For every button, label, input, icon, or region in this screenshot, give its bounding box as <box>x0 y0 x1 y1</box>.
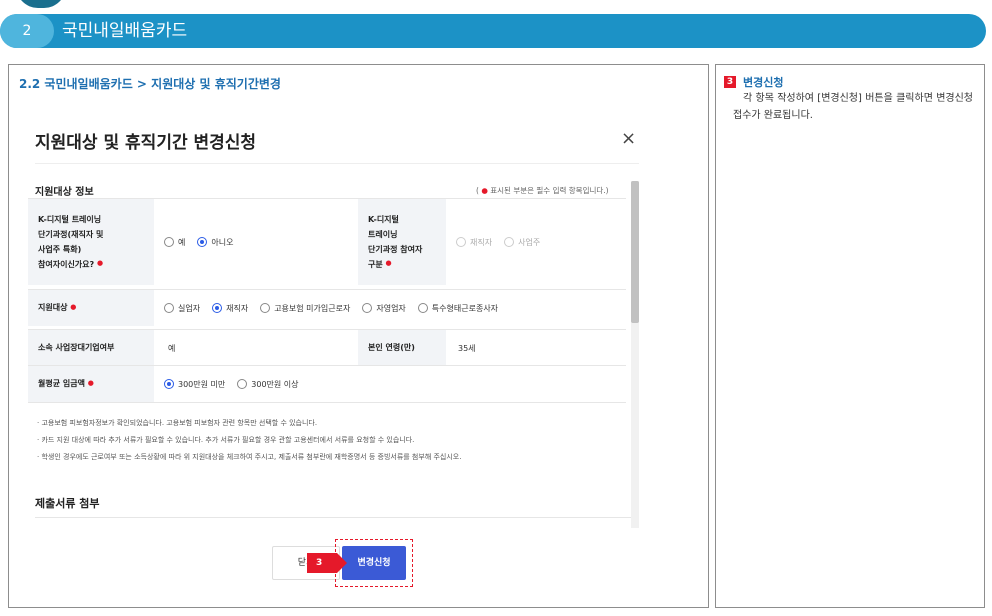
k-type-radio-group: 재직자 사업주 <box>456 199 548 285</box>
notice-item: 학생인 경우에도 근로여부 또는 소득상황에 따라 위 지원대상을 체크하여 주… <box>37 449 461 466</box>
breadcrumb: 2.2 국민내일배움카드 > 지원대상 및 휴직기간변경 <box>19 77 281 91</box>
radio-uninsured[interactable]: 고용보험 미가입근로자 <box>260 303 350 314</box>
company-label: 소속 사업장대기업여부 <box>28 330 154 366</box>
notice-list: 고용보험 피보험자정보가 확인되었습니다. 고용보험 피보험자 관련 항목만 선… <box>37 415 461 466</box>
row-divider <box>28 402 626 403</box>
radio-icon <box>504 237 515 247</box>
radio-employee[interactable]: 재직자 <box>212 303 248 314</box>
form-row-company-age: 소속 사업장대기업여부 예 본인 연령(만) 35세 <box>28 330 626 366</box>
form-row-target: 지원대상 ● 실업자 재직자 고용보험 미가입근로자 자영업자 특수형태근로종사… <box>28 290 626 326</box>
required-mark: ● <box>87 379 94 388</box>
section-title: 지원대상 정보 <box>35 187 94 198</box>
wage-radio-group: 300만원 미만 300만원 이상 <box>164 366 307 402</box>
header-title: 국민내일배움카드 <box>62 21 188 41</box>
wage-label: 월평균 임금액 ● <box>28 366 154 402</box>
modal-title: 지원대상 및 휴직기간 변경신청 <box>35 133 257 153</box>
k-type-label: K-디지털 트레이닝 단기과정 참여자 구분 ● <box>358 199 446 285</box>
attachment-section-title: 제출서류 첨부 <box>35 497 100 510</box>
company-value: 예 <box>168 343 176 353</box>
radio-icon[interactable] <box>164 303 174 313</box>
screen-panel: 2.2 국민내일배움카드 > 지원대상 및 휴직기간변경 지원대상 및 휴직기간… <box>8 64 709 608</box>
required-mark: ● <box>70 303 77 312</box>
radio-wage-over[interactable]: 300만원 이상 <box>237 379 299 390</box>
required-mark: ● <box>385 259 392 268</box>
notice-item: 고용보험 피보험자정보가 확인되었습니다. 고용보험 피보험자 관련 항목만 선… <box>37 415 461 432</box>
notice-item: 카드 지원 대상에 따라 추가 서류가 필요할 수 있습니다. 추가 서류가 필… <box>37 432 461 449</box>
form-row-wage: 월평균 임금액 ● 300만원 미만 300만원 이상 <box>28 366 626 402</box>
description-panel: 3 변경신청 각 항목 작성하여 [변경신청] 버튼을 클릭하면 변경신청 접수… <box>715 64 985 608</box>
radio-wage-under[interactable]: 300만원 미만 <box>164 379 225 390</box>
form-row-k-digital: K-디지털 트레이닝 단기과정(재직자 및 사업주 특화) 참여자이신가요? ●… <box>28 199 626 285</box>
divider <box>35 517 631 518</box>
radio-unemployed[interactable]: 실업자 <box>164 303 200 314</box>
target-radio-group: 실업자 재직자 고용보험 미가입근로자 자영업자 특수형태근로종사자 <box>164 290 506 326</box>
close-icon[interactable]: × <box>621 128 636 149</box>
step-title: 변경신청 <box>743 76 784 89</box>
age-label: 본인 연령(만) <box>358 330 446 366</box>
age-value: 35세 <box>458 343 476 353</box>
step-marker-arrow: 3 <box>307 553 347 573</box>
step-number-badge: 2 <box>0 14 54 48</box>
target-label: 지원대상 ● <box>28 290 154 326</box>
k-digital-label: K-디지털 트레이닝 단기과정(재직자 및 사업주 특화) 참여자이신가요? ● <box>28 199 154 285</box>
radio-employee-disabled: 재직자 <box>456 237 492 248</box>
apply-change-button[interactable]: 변경신청 <box>342 546 406 580</box>
header-arc-decoration <box>16 0 66 8</box>
radio-special-worker[interactable]: 특수형태근로종사자 <box>417 303 498 314</box>
radio-employer-disabled: 사업주 <box>504 237 540 248</box>
radio-icon <box>456 237 466 247</box>
radio-icon[interactable] <box>417 303 428 313</box>
radio-icon[interactable] <box>237 379 248 389</box>
required-note: ( ● 표시된 부분은 필수 입력 항목입니다.) <box>476 186 609 195</box>
step-badge: 3 <box>724 76 736 88</box>
radio-icon[interactable] <box>260 303 271 313</box>
radio-no[interactable]: 아니오 <box>197 237 233 248</box>
radio-yes[interactable]: 예 <box>164 237 185 248</box>
radio-self-employed[interactable]: 자영업자 <box>362 303 406 314</box>
radio-checked-icon[interactable] <box>164 379 174 389</box>
k-digital-radio-group: 예 아니오 <box>164 199 241 285</box>
section-header: 2 국민내일배움카드 <box>0 0 992 50</box>
radio-icon[interactable] <box>164 237 174 247</box>
radio-icon[interactable] <box>362 303 373 313</box>
step-description: 각 항목 작성하여 [변경신청] 버튼을 클릭하면 변경신청 접수가 완료됩니다… <box>733 93 973 121</box>
divider <box>35 163 639 164</box>
required-mark: ● <box>96 259 104 268</box>
radio-checked-icon[interactable] <box>197 237 208 247</box>
radio-checked-icon[interactable] <box>212 303 223 313</box>
scrollbar-thumb[interactable] <box>631 181 639 323</box>
